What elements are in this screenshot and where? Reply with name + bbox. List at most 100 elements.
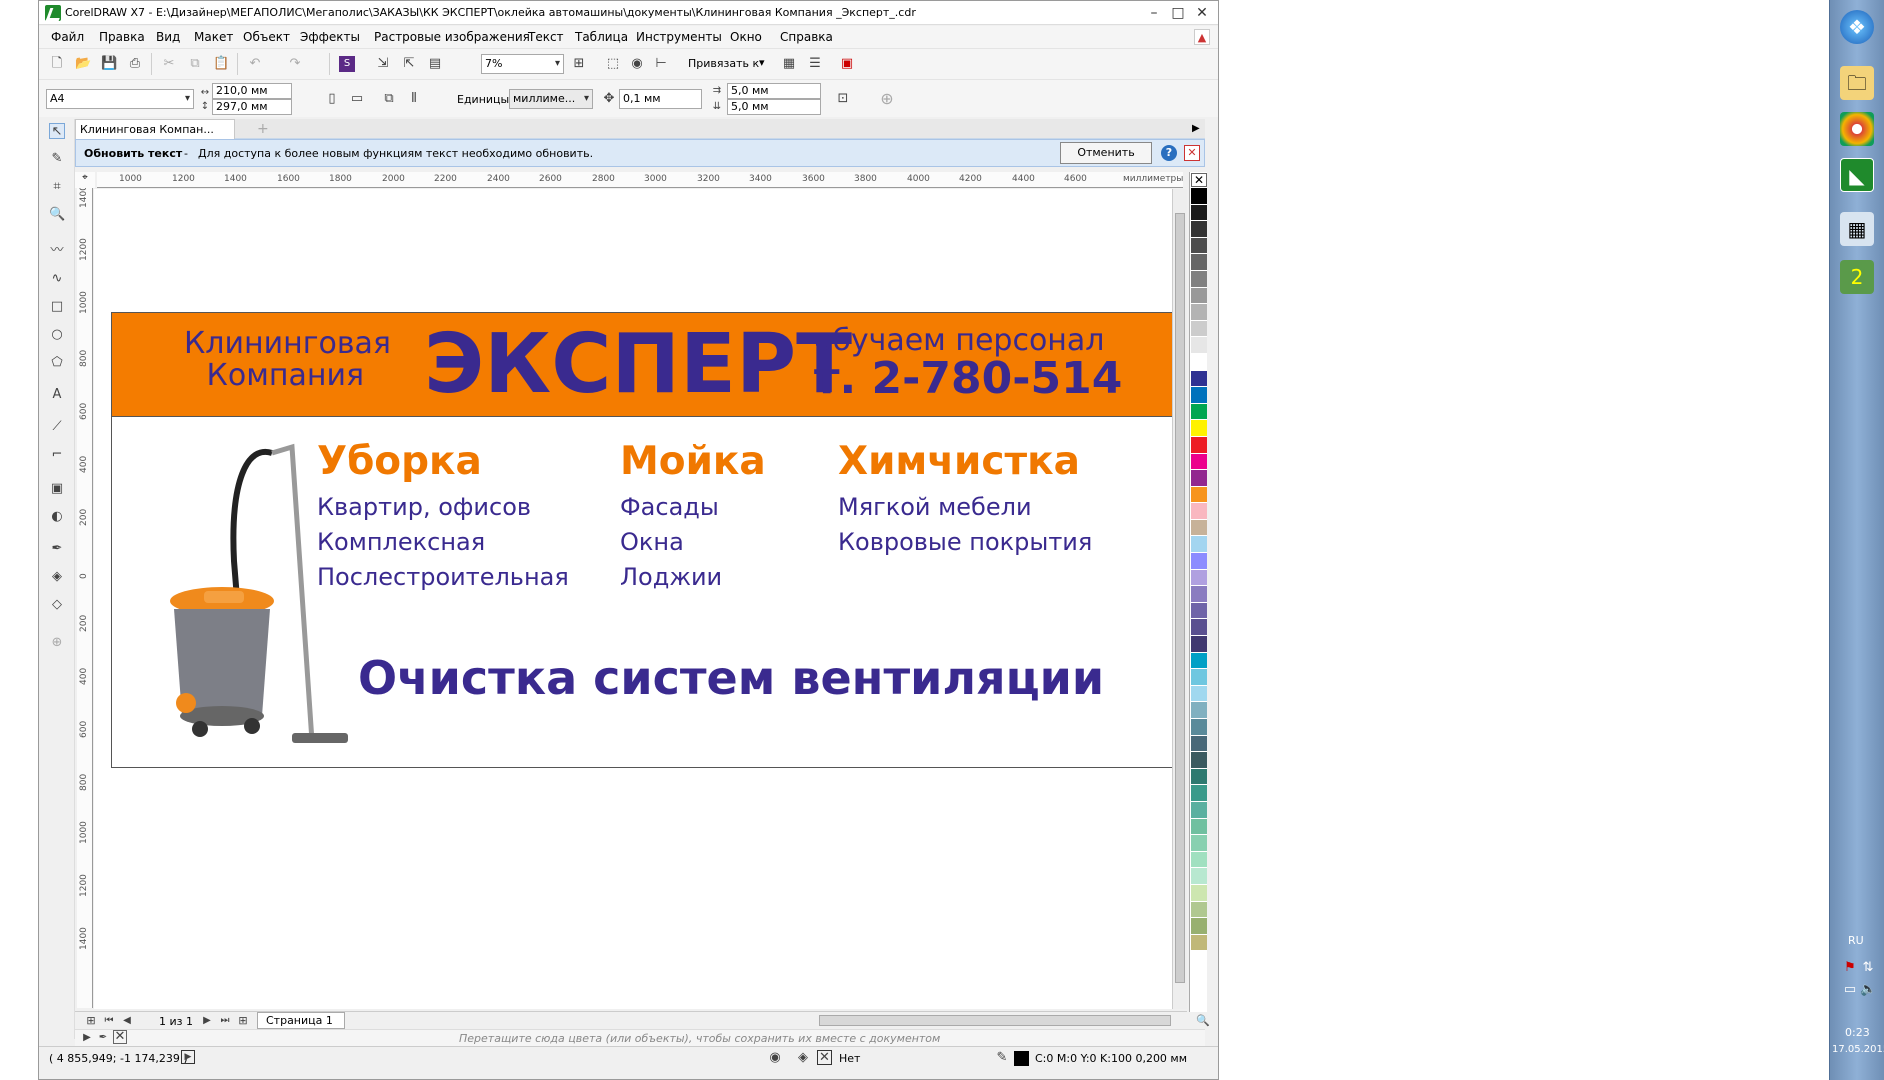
artistic-media-icon[interactable]: ∿ — [49, 271, 65, 287]
color-swatch[interactable] — [1191, 884, 1207, 902]
save-icon[interactable]: 💾 — [101, 56, 117, 72]
color-swatch[interactable] — [1191, 652, 1207, 670]
page-size-select[interactable]: A4 — [46, 89, 194, 109]
close-button[interactable]: ✕ — [1190, 3, 1214, 23]
color-swatch[interactable] — [1191, 237, 1207, 255]
current-page-icon[interactable]: ⫴ — [406, 91, 422, 107]
color-swatch[interactable] — [1191, 636, 1207, 653]
menu-window[interactable]: Окно — [730, 30, 762, 44]
drawing-canvas[interactable]: Клининговая Компания ЭКСПЕРТ обучаем пер… — [94, 189, 1187, 1009]
zoom-navigator-icon[interactable]: 🔍 — [1195, 1013, 1211, 1029]
explorer-icon[interactable]: 🗀 — [1840, 66, 1874, 100]
color-swatch[interactable] — [1191, 818, 1207, 836]
portrait-icon[interactable]: ▯ — [324, 91, 340, 107]
color-swatch[interactable] — [1191, 254, 1207, 271]
color-swatch[interactable] — [1191, 702, 1207, 719]
color-swatch[interactable] — [1191, 785, 1207, 802]
color-proof-icon[interactable]: ◉ — [767, 1050, 783, 1066]
color-swatch[interactable] — [1191, 270, 1207, 288]
horizontal-scroll-thumb[interactable] — [819, 1015, 1171, 1026]
tray-volume-icon[interactable]: 🔈 — [1860, 982, 1876, 998]
color-swatch[interactable] — [1191, 719, 1207, 736]
vertical-scrollbar[interactable] — [1172, 189, 1187, 1009]
interactive-fill-icon[interactable]: ◈ — [49, 569, 65, 585]
full-screen-icon[interactable]: ⬚ — [605, 56, 621, 72]
open-icon[interactable]: 📂 — [75, 56, 91, 72]
duplicate-x-input[interactable]: 5,0 мм — [727, 83, 821, 99]
add-page-after-icon[interactable]: ⊞ — [235, 1013, 251, 1029]
shape-tool-icon[interactable]: ✎ — [49, 151, 65, 167]
color-swatch[interactable] — [1191, 353, 1207, 371]
next-page-icon[interactable]: ▶ — [199, 1013, 215, 1029]
vertical-scroll-thumb[interactable] — [1175, 213, 1185, 983]
menu-tools[interactable]: Инструменты — [636, 30, 722, 44]
application-launcher-icon[interactable]: ☰ — [807, 56, 823, 72]
page-width-input[interactable]: 210,0 мм — [212, 83, 292, 99]
drop-shadow-icon[interactable]: ▣ — [49, 481, 65, 497]
color-swatch[interactable] — [1191, 370, 1207, 388]
menu-object[interactable]: Объект — [243, 30, 290, 44]
close-notice-icon[interactable]: ✕ — [1184, 145, 1200, 161]
last-page-icon[interactable]: ⏭ — [217, 1013, 233, 1029]
menu-table[interactable]: Таблица — [575, 30, 628, 44]
color-swatch[interactable] — [1191, 901, 1207, 919]
zoom-level-select[interactable]: 7% — [481, 54, 564, 74]
nudge-distance-input[interactable]: 0,1 мм — [619, 89, 702, 109]
account-icon[interactable]: ▲ — [1194, 29, 1210, 45]
maximize-button[interactable]: □ — [1166, 3, 1190, 23]
parallel-dimension-icon[interactable]: ⟋ — [49, 419, 65, 435]
color-swatch[interactable] — [1191, 204, 1207, 222]
color-swatch[interactable] — [1191, 685, 1207, 703]
menu-file[interactable]: Файл — [51, 30, 84, 44]
color-swatch[interactable] — [1191, 569, 1207, 587]
docker-arrow-icon[interactable]: ▶ — [1192, 123, 1200, 134]
color-swatch[interactable] — [1191, 801, 1207, 819]
show-grid-icon[interactable]: ◉ — [629, 56, 645, 72]
color-swatch[interactable] — [1191, 403, 1207, 421]
color-swatch[interactable] — [1191, 287, 1207, 305]
menu-effects[interactable]: Эффекты — [300, 30, 360, 44]
language-indicator[interactable]: RU — [1848, 934, 1864, 947]
show-rulers-icon[interactable]: ⊢ — [653, 56, 669, 72]
color-swatch[interactable] — [1191, 337, 1207, 354]
color-swatch[interactable] — [1191, 934, 1207, 952]
search-content-icon[interactable]: S — [339, 56, 355, 72]
no-color-swatch-icon[interactable]: ✕ — [1191, 173, 1207, 187]
color-swatch[interactable] — [1191, 602, 1207, 620]
help-icon[interactable]: ? — [1161, 145, 1177, 161]
tray-network-icon[interactable]: ⇅ — [1860, 960, 1876, 976]
cancel-button[interactable]: Отменить — [1060, 142, 1152, 164]
copy-icon[interactable]: ⧉ — [187, 56, 203, 72]
color-swatch[interactable] — [1191, 752, 1207, 769]
prev-page-icon[interactable]: ◀ — [119, 1013, 135, 1029]
coreldraw-taskbar-icon[interactable]: ◣ — [1840, 158, 1874, 192]
freehand-tool-icon[interactable]: 〰 — [49, 243, 65, 259]
menu-bitmaps[interactable]: Растровые изображения — [374, 30, 530, 44]
color-swatch[interactable] — [1191, 453, 1207, 471]
import-icon[interactable]: ⇲ — [375, 56, 391, 72]
ruler-origin-icon[interactable]: ⌖ — [75, 172, 95, 188]
color-swatch[interactable] — [1191, 669, 1207, 686]
export-icon[interactable]: ⇱ — [401, 56, 417, 72]
text-tool-icon[interactable]: A — [49, 387, 65, 403]
duplicate-y-input[interactable]: 5,0 мм — [727, 99, 821, 115]
outline-color-swatch[interactable] — [1014, 1051, 1029, 1066]
menu-view[interactable]: Вид — [156, 30, 180, 44]
color-swatch[interactable] — [1191, 221, 1207, 238]
fill-bucket-icon[interactable]: ◈ — [795, 1050, 811, 1066]
color-swatch[interactable] — [1191, 868, 1207, 885]
undo-icon[interactable]: ↶ — [247, 56, 263, 72]
color-swatch[interactable] — [1191, 188, 1207, 205]
palette-menu-icon[interactable]: ▶ — [79, 1030, 95, 1046]
color-swatch[interactable] — [1191, 619, 1207, 637]
pick-tool-icon[interactable]: ↖ — [49, 123, 65, 139]
new-icon[interactable]: 🗋 — [49, 56, 65, 72]
no-fill-swatch-icon[interactable]: ✕ — [113, 1030, 127, 1044]
connector-tool-icon[interactable]: ⌐ — [49, 447, 65, 463]
tray-monitor-icon[interactable]: ▭ — [1842, 982, 1858, 998]
add-icon[interactable]: ⊕ — [879, 91, 895, 107]
first-page-icon[interactable]: ⏮ — [101, 1013, 117, 1029]
calculator-icon[interactable]: ▦ — [1840, 212, 1874, 246]
color-swatch[interactable] — [1191, 436, 1207, 454]
add-page-before-icon[interactable]: ⊞ — [83, 1013, 99, 1029]
